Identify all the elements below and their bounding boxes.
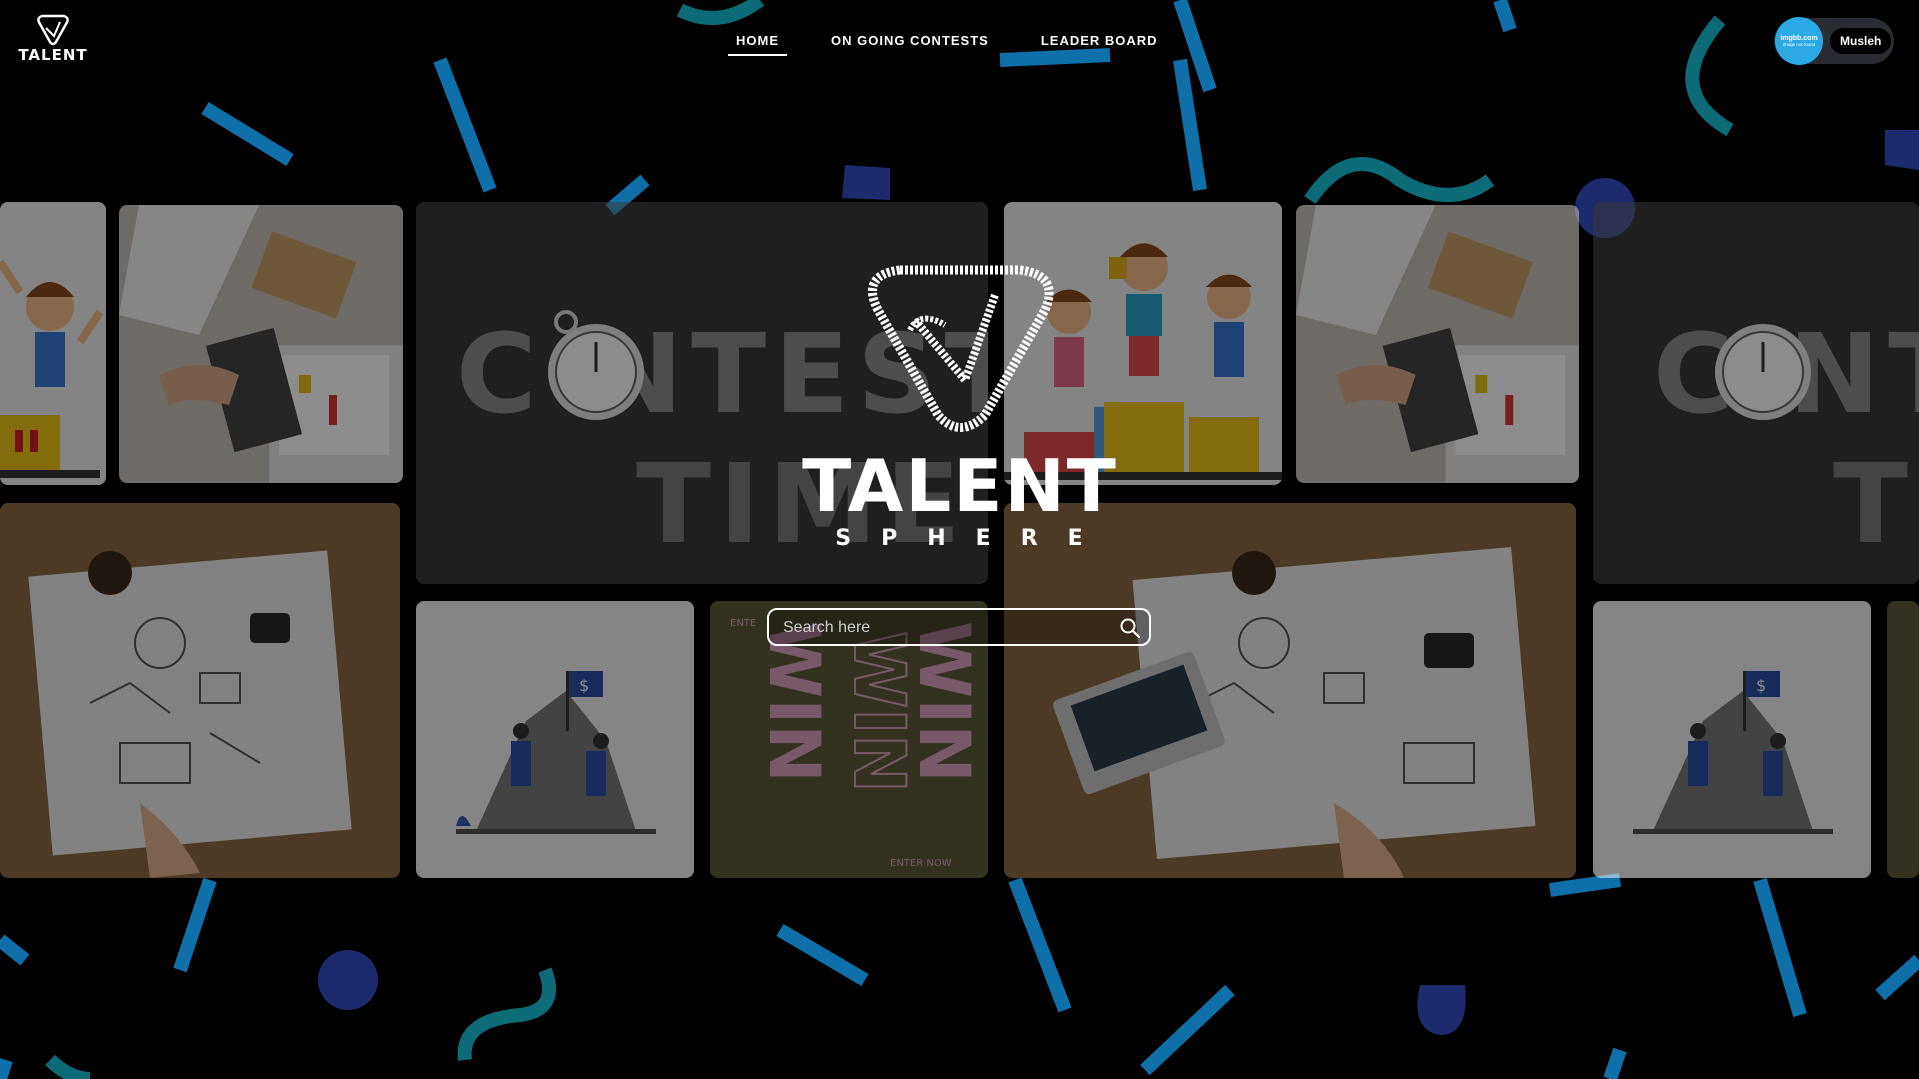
nav-ongoing-contests[interactable]: ON GOING CONTESTS <box>823 27 997 56</box>
hero-logo: TALENT SPHERE <box>760 250 1160 560</box>
svg-text:ENTE: ENTE <box>730 618 756 629</box>
tile-sketch-desk[interactable] <box>0 503 400 878</box>
svg-text:$: $ <box>1756 676 1766 695</box>
brand-logo-text: TALENT <box>18 46 88 64</box>
brand-logo[interactable]: TALENT <box>18 14 88 64</box>
hero-subtitle: SPHERE <box>835 526 1113 551</box>
top-nav-bar: TALENT HOME ON GOING CONTESTS LEADER BOA… <box>0 0 1919 80</box>
tile-edge-right[interactable] <box>1887 601 1919 878</box>
tile-kids-podium-edge[interactable] <box>0 202 106 485</box>
nav-leader-board[interactable]: LEADER BOARD <box>1033 27 1166 56</box>
nav-home[interactable]: HOME <box>728 27 787 56</box>
search-bar <box>767 608 1151 646</box>
tile-desk-laptop[interactable] <box>119 205 403 483</box>
avatar-subtext: image not found <box>1782 42 1816 47</box>
avatar[interactable]: imgbb.com image not found <box>1775 17 1823 65</box>
search-button[interactable] <box>1119 617 1141 639</box>
search-icon <box>1120 618 1141 639</box>
avatar-text: imgbb.com <box>1780 35 1818 42</box>
tile-mountain-climb-2[interactable]: $ <box>1593 601 1871 878</box>
tile-desk-laptop-2[interactable] <box>1296 205 1579 483</box>
svg-text:$: $ <box>579 676 589 695</box>
main-navigation: HOME ON GOING CONTESTS LEADER BOARD <box>728 27 1166 56</box>
search-input[interactable] <box>781 610 1105 646</box>
svg-text:ENTER NOW: ENTER NOW <box>890 858 952 869</box>
tile-mountain-climb[interactable]: $ <box>416 601 694 878</box>
user-name[interactable]: Musleh <box>1830 28 1892 54</box>
triangle-logo-icon <box>37 14 69 46</box>
tile-contest-time-2[interactable]: C NT T <box>1593 202 1919 584</box>
svg-text:T: T <box>1833 440 1908 568</box>
hero-title: TALENT <box>802 444 1118 528</box>
